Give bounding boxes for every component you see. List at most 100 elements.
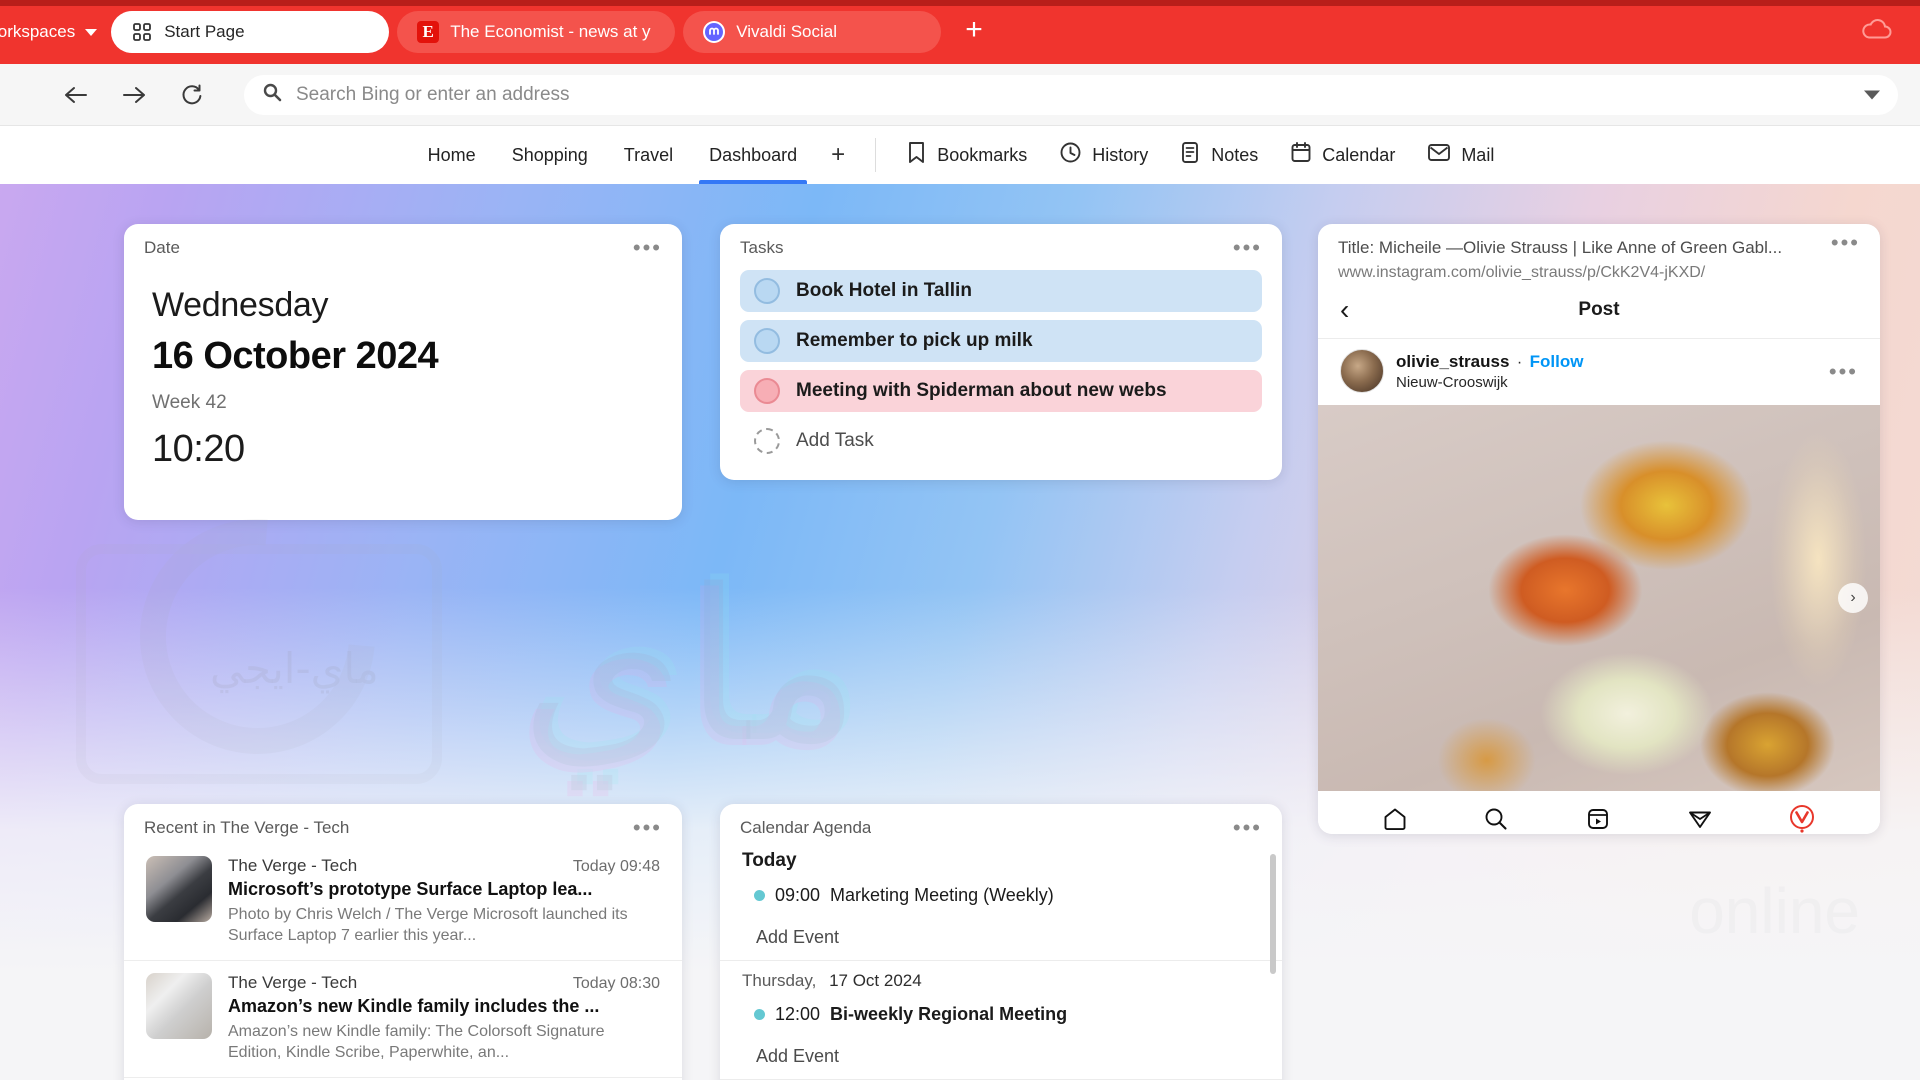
- list-item[interactable]: The Verge - Tech Today 08:30 Amazon’s ne…: [124, 961, 682, 1079]
- agenda-day-name: Thursday,: [742, 971, 817, 990]
- notes-icon: [1180, 141, 1201, 169]
- task-label: Remember to pick up milk: [796, 330, 1033, 351]
- task-checkbox[interactable]: [754, 378, 780, 404]
- widget-header: Title: Micheile —Olivie Strauss | Like A…: [1318, 224, 1880, 284]
- event-time: 12:00: [775, 1004, 821, 1024]
- chevron-left-icon[interactable]: ‹: [1340, 296, 1349, 324]
- forward-button[interactable]: [112, 75, 156, 115]
- instagram-url: www.instagram.com/olivie_strauss/p/CkK2V…: [1338, 264, 1706, 281]
- home-icon[interactable]: [1382, 806, 1408, 835]
- widget-header: Date •••: [124, 224, 682, 264]
- calendar-icon: [1290, 141, 1312, 169]
- article-snippet: Photo by Chris Welch / The Verge Microso…: [228, 906, 628, 945]
- agenda-event[interactable]: 09:00 Marketing Meeting (Weekly): [742, 874, 1260, 917]
- search-icon: [262, 82, 282, 108]
- widget-title: Calendar Agenda: [740, 818, 872, 837]
- startpage-tab-home[interactable]: Home: [410, 126, 494, 184]
- instagram-username[interactable]: olivie_strauss: [1396, 352, 1509, 371]
- article-time: Today 09:48: [572, 858, 660, 875]
- widget-calendar-agenda[interactable]: Calendar Agenda ••• Today 09:00 Marketin…: [720, 804, 1282, 1080]
- more-options-icon[interactable]: •••: [1821, 232, 1860, 254]
- vivaldi-profile-icon[interactable]: [1788, 804, 1816, 835]
- startpage-tab-travel[interactable]: Travel: [606, 126, 691, 184]
- widget-header: Calendar Agenda •••: [720, 804, 1282, 844]
- more-options-icon[interactable]: •••: [1819, 361, 1858, 383]
- nav-calendar[interactable]: Calendar: [1274, 126, 1411, 184]
- reels-icon[interactable]: [1585, 806, 1611, 835]
- nav-label: Bookmarks: [937, 144, 1028, 165]
- chevron-right-icon[interactable]: ›: [1838, 583, 1868, 613]
- add-event-button[interactable]: Add Event: [742, 1036, 1260, 1079]
- tab-the-economist[interactable]: E The Economist - news at y: [397, 11, 676, 53]
- startpage-tab-label: Dashboard: [709, 144, 798, 165]
- tab-vivaldi-social[interactable]: Vivaldi Social: [683, 11, 942, 53]
- widget-title: Recent in The Verge - Tech: [144, 818, 350, 837]
- instagram-photo[interactable]: ›: [1318, 405, 1880, 791]
- agenda-day-label: Thursday, 17 Oct 2024: [742, 961, 1260, 993]
- startpage-tab-shopping[interactable]: Shopping: [494, 126, 606, 184]
- startpage-tab-label: Home: [427, 144, 476, 165]
- nav-label: History: [1092, 144, 1149, 165]
- new-tab-button[interactable]: +: [965, 15, 983, 49]
- instagram-location[interactable]: Nieuw-Crooswijk: [1396, 374, 1583, 391]
- article-headline[interactable]: Amazon’s new Kindle family includes the …: [228, 996, 660, 1017]
- tab-start-page[interactable]: Start Page: [111, 11, 390, 53]
- widget-title: Tasks: [740, 238, 784, 257]
- event-name: Marketing Meeting (Weekly): [830, 885, 1054, 905]
- separator: ·: [1516, 353, 1523, 371]
- list-item[interactable]: The Verge - Tech Today 09:48 Microsoft’s…: [124, 844, 682, 962]
- agenda-day-label: Today: [742, 850, 797, 871]
- follow-button[interactable]: Follow: [1530, 352, 1584, 371]
- workspaces-button[interactable]: Workspaces: [0, 22, 111, 42]
- widget-date[interactable]: Date ••• Wednesday 16 October 2024 Week …: [124, 224, 682, 520]
- address-input[interactable]: Search Bing or enter an address: [244, 74, 1898, 115]
- more-options-icon[interactable]: •••: [1223, 817, 1262, 839]
- direct-messages-icon[interactable]: [1687, 806, 1713, 835]
- avatar[interactable]: [1340, 349, 1384, 393]
- reload-button[interactable]: [170, 75, 214, 115]
- back-button[interactable]: [54, 75, 98, 115]
- nav-notes[interactable]: Notes: [1164, 126, 1274, 184]
- verge-list: The Verge - Tech Today 09:48 Microsoft’s…: [124, 844, 682, 1080]
- task-checkbox[interactable]: [754, 278, 780, 304]
- nav-mail[interactable]: Mail: [1411, 126, 1510, 184]
- nav-label: Calendar: [1322, 144, 1396, 165]
- add-task-button[interactable]: Add Task: [740, 420, 1262, 462]
- widget-verge-feed[interactable]: Recent in The Verge - Tech ••• The Verge…: [124, 804, 682, 1080]
- widget-tasks[interactable]: Tasks ••• Book Hotel in Tallin Remember …: [720, 224, 1282, 480]
- task-checkbox[interactable]: [754, 328, 780, 354]
- task-label: Meeting with Spiderman about new webs: [796, 380, 1167, 401]
- nav-history[interactable]: History: [1043, 126, 1164, 184]
- event-time: 09:00: [775, 885, 821, 905]
- tab-strip: Workspaces Start Page E The Economist - …: [0, 0, 1920, 64]
- cloud-icon[interactable]: [1860, 17, 1894, 48]
- more-options-icon[interactable]: •••: [623, 817, 662, 839]
- instagram-post-label: Post: [1578, 299, 1620, 320]
- instagram-post-bar: ‹ Post: [1318, 284, 1880, 339]
- article-source: The Verge - Tech: [228, 973, 358, 993]
- chevron-down-icon[interactable]: [1864, 90, 1880, 99]
- nav-bookmarks[interactable]: Bookmarks: [890, 126, 1043, 184]
- agenda-event[interactable]: 12:00 Bi-weekly Regional Meeting: [742, 993, 1260, 1036]
- economist-icon: E: [417, 21, 440, 43]
- instagram-user-row: olivie_strauss · Follow Nieuw-Crooswijk …: [1318, 339, 1880, 405]
- task-item[interactable]: Book Hotel in Tallin: [740, 270, 1262, 312]
- article-thumbnail: [146, 856, 212, 922]
- widget-instagram[interactable]: Title: Micheile —Olivie Strauss | Like A…: [1318, 224, 1880, 834]
- agenda-scrollbar[interactable]: [1270, 854, 1276, 974]
- more-options-icon[interactable]: •••: [623, 237, 662, 259]
- agenda-group-thursday: Thursday, 17 Oct 2024 12:00 Bi-weekly Re…: [720, 961, 1282, 1079]
- task-item[interactable]: Remember to pick up milk: [740, 320, 1262, 362]
- tab-label: The Economist - news at y: [450, 22, 651, 41]
- article-headline[interactable]: Microsoft’s prototype Surface Laptop lea…: [228, 879, 660, 900]
- search-icon[interactable]: [1483, 806, 1509, 835]
- add-event-button[interactable]: Add Event: [742, 917, 1260, 960]
- add-startpage-button[interactable]: +: [815, 143, 861, 167]
- tab-label: Vivaldi Social: [736, 22, 838, 41]
- startpage-tab-dashboard[interactable]: Dashboard: [691, 126, 815, 184]
- startpage-tab-label: Shopping: [511, 144, 588, 165]
- agenda-day-date: 17 Oct 2024: [829, 971, 922, 990]
- more-options-icon[interactable]: •••: [1223, 237, 1262, 259]
- mastodon-icon: [703, 21, 726, 43]
- task-item[interactable]: Meeting with Spiderman about new webs: [740, 370, 1262, 412]
